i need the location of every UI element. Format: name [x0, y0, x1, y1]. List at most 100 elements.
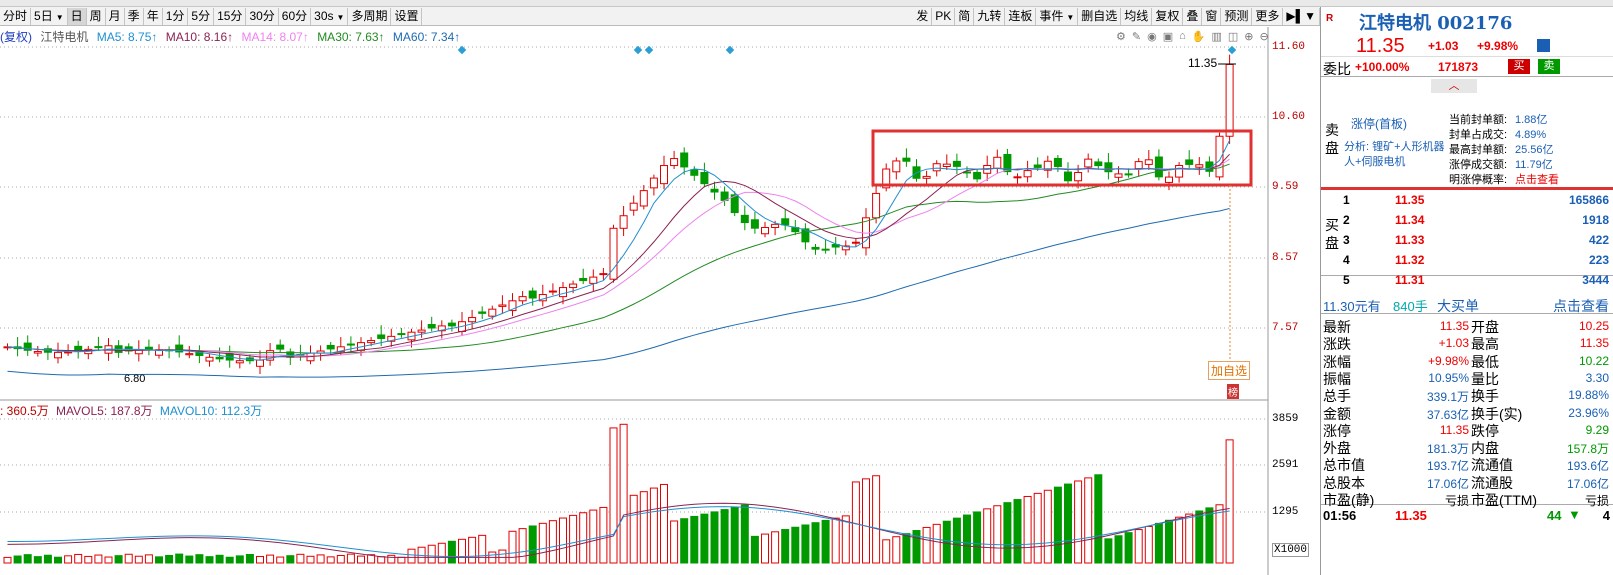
vol-unit: X1000 [1272, 543, 1310, 557]
candle-body [1064, 171, 1072, 182]
trash-icon[interactable]: ▥ [1211, 30, 1221, 43]
bid-level: 2 [1343, 213, 1350, 227]
big-order-label: 大买单 [1437, 298, 1479, 314]
candle-body [427, 324, 436, 329]
volume-bar [589, 509, 598, 564]
volume-bar [64, 555, 73, 564]
stat-row: 振幅 10.95% 量比 3.30 [1323, 369, 1611, 387]
candle-body [1195, 164, 1204, 168]
stock-header: R 江特电机 002176 [1321, 7, 1613, 34]
seal-link[interactable]: 点击查看 [1515, 173, 1559, 188]
volume-bar [84, 555, 93, 564]
candle-body [680, 152, 689, 168]
analysis-text[interactable]: 分析: 锂矿+人形机器人+伺服电机 [1344, 140, 1449, 170]
bid-row: 1 11.35 165866 [1343, 193, 1609, 210]
volume-bar [1033, 492, 1042, 564]
ma30-label: MA30: 7.63↑ [317, 30, 385, 44]
stat-row: 涨停 11.35 跌停 9.29 [1323, 421, 1611, 439]
lock-icon[interactable]: ⌂ [1179, 30, 1186, 43]
kline-chart[interactable] [0, 0, 1320, 575]
bid-price: 11.31 [1395, 273, 1425, 287]
volume-bar [1084, 477, 1093, 564]
stat-row: 总股本 17.06亿 流通股 17.06亿 [1323, 473, 1611, 491]
high-label: 11.35 [1188, 56, 1218, 70]
volume-bar [1134, 529, 1143, 564]
volume-bar [680, 518, 689, 564]
big-order-link[interactable]: 点击查看 [1553, 296, 1609, 316]
volume-bar [155, 556, 163, 564]
candle-body [700, 172, 709, 185]
volume-bar [468, 536, 477, 564]
price-tick: 7.57 [1272, 322, 1299, 334]
tick-volume: 44 [1547, 508, 1562, 523]
volume-bar [902, 533, 911, 564]
candle-body [1175, 165, 1184, 178]
candle-body [781, 218, 790, 226]
zoom-in-icon[interactable]: ⊕ [1244, 30, 1253, 43]
seal-label: 当前封单额: [1449, 114, 1508, 126]
tick-price: 11.35 [1395, 508, 1427, 523]
volume-bar [357, 555, 365, 564]
settings-icon[interactable]: ⚙ [1116, 30, 1126, 43]
seal-row: 明涨停概率: 点击查看 [1449, 173, 1611, 188]
volume-bar [831, 517, 840, 564]
candle-body [771, 223, 780, 229]
limit-up-box: 卖盘 涨停(首板) 分析: 锂矿+人形机器人+伺服电机 当前封单额: 1.88亿 … [1321, 77, 1613, 190]
volume-bar [235, 555, 244, 564]
grid-icon[interactable] [1537, 39, 1550, 52]
eye-icon[interactable]: ◉ [1147, 30, 1157, 43]
volume-bar [811, 522, 820, 564]
price-row: 11.35 +1.03 +9.98% [1321, 33, 1613, 57]
volume-bar [23, 554, 32, 564]
stat-value: 19.88% [1568, 388, 1609, 403]
volume-bar [1104, 538, 1113, 564]
lock2-icon[interactable]: ◫ [1228, 30, 1238, 43]
volume-bar [963, 514, 971, 564]
buy-button[interactable]: 买 [1508, 59, 1530, 74]
pen-icon[interactable]: ✎ [1132, 30, 1141, 43]
volume-bar [245, 553, 254, 564]
add-favorite-button[interactable]: 加自选 [1208, 361, 1251, 380]
candle-body [1154, 156, 1163, 178]
seal-list: 当前封单额: 1.88亿 封单占成交: 4.89% 最高封单额: 25.56亿 涨停成… [1449, 113, 1611, 188]
volume-bar [326, 556, 335, 564]
volume-bar [750, 535, 759, 564]
candle-body [1084, 158, 1093, 168]
candle-body [1124, 173, 1133, 176]
zoom-out-icon[interactable]: ⊖ [1260, 30, 1269, 43]
rank-badge[interactable]: 榜 [1227, 384, 1239, 399]
volume-bar [296, 553, 305, 564]
vol-tick: 2591 [1272, 459, 1299, 471]
candle-body [619, 215, 628, 229]
volume-bar [1225, 439, 1234, 564]
volume-bar [569, 514, 578, 564]
seal-row: 涨停成交额: 11.79亿 [1449, 158, 1611, 173]
volume-bar [276, 556, 285, 564]
volume-bar [710, 511, 719, 564]
volume-bar [447, 540, 456, 564]
volume-bar [1215, 504, 1224, 564]
volume-bar [94, 554, 103, 564]
volume-bar [559, 517, 567, 564]
candle-body [710, 188, 719, 193]
volume-bar [740, 504, 749, 564]
bid-row: 4 11.32 223 [1343, 253, 1609, 270]
bag-icon[interactable]: ▣ [1163, 30, 1173, 43]
volume-bar [134, 555, 143, 564]
mavol5-label: MAVOL5: 187.8万 [56, 404, 153, 418]
stat-row: 总手 339.1万 换手 19.88% [1323, 386, 1611, 404]
seal-label: 最高封单额: [1449, 144, 1508, 156]
sell-button[interactable]: 卖 [1538, 59, 1560, 74]
volume-bar [458, 538, 466, 564]
volume-bar [336, 554, 345, 564]
volume-bar [13, 555, 22, 564]
candle-body [498, 304, 507, 307]
candle-body [205, 356, 214, 362]
volume-bar [619, 423, 628, 564]
volume-bar [427, 544, 436, 564]
candle-body [377, 334, 386, 339]
hand-icon[interactable]: ✋ [1192, 30, 1206, 43]
volume-bar [1053, 486, 1062, 564]
price-tick: 8.57 [1272, 252, 1299, 264]
seal-value: 11.79亿 [1515, 159, 1553, 171]
